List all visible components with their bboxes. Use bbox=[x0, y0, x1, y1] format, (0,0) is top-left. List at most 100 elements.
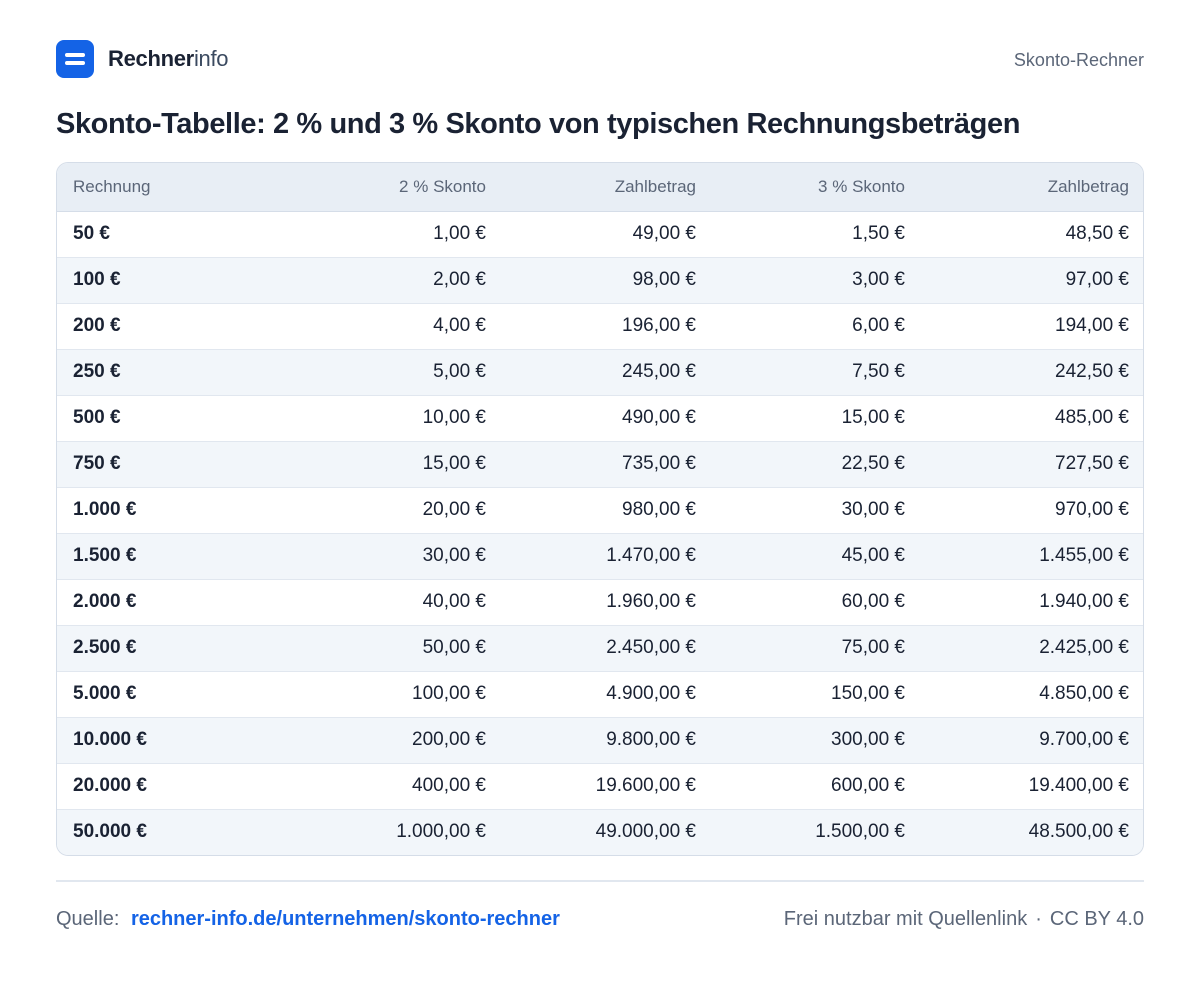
table-row: 10.000 €200,00 €9.800,00 €300,00 €9.700,… bbox=[57, 716, 1143, 763]
rechnung-cell: 100 € bbox=[57, 256, 293, 303]
rechnung-cell: 200 € bbox=[57, 302, 293, 349]
source-link[interactable]: rechner-info.de/unternehmen/skonto-rechn… bbox=[131, 908, 560, 930]
brand-name-strong: Rechner bbox=[108, 46, 194, 71]
table-row: 250 €5,00 €245,00 €7,50 €242,50 € bbox=[57, 348, 1143, 395]
zahlbetrag-3-cell: 242,50 € bbox=[921, 348, 1143, 395]
table-body: 50 € 1,00 € 49,00 € 1,50 € 48,50 € 100 €2,00 … bbox=[57, 211, 1143, 855]
skonto-3-cell: 1,50 € bbox=[852, 223, 905, 244]
zahlbetrag-3-cell: 2.425,00 € bbox=[921, 624, 1143, 671]
zahlbetrag-2-cell: 735,00 € bbox=[502, 440, 712, 487]
zahlbetrag-2-cell: 98,00 € bbox=[502, 256, 712, 303]
skonto-table-container: Rechnung 2 % Skonto Zahlbetrag 3 % Skont… bbox=[56, 162, 1144, 856]
table-row: 2.500 €50,00 €2.450,00 €75,00 €2.425,00 … bbox=[57, 624, 1143, 671]
logo-bar-top bbox=[65, 53, 85, 57]
page-title: Skonto-Tabelle: 2 % und 3 % Skonto von t… bbox=[56, 108, 1021, 140]
license-text: Frei nutzbar mit Quellenlink bbox=[783, 908, 1028, 930]
zahlbetrag-2-cell: 49,00 € bbox=[632, 223, 696, 244]
footer-separator: · bbox=[1035, 908, 1042, 930]
skonto-2-cell: 1,00 € bbox=[433, 223, 486, 244]
zahlbetrag-2-cell: 19.600,00 € bbox=[502, 762, 712, 809]
zahlbetrag-2-cell: 9.800,00 € bbox=[502, 716, 712, 763]
skonto-3-cell: 15,00 € bbox=[712, 394, 921, 441]
skonto-2-cell: 40,00 € bbox=[293, 578, 502, 625]
logo-icon[interactable] bbox=[56, 40, 94, 78]
table-row: 50.000 €1.000,00 €49.000,00 €1.500,00 €4… bbox=[57, 808, 1143, 855]
skonto-3-cell: 30,00 € bbox=[712, 486, 921, 533]
rechnung-cell: 1.500 € bbox=[57, 532, 293, 579]
table-header-row: Rechnung 2 % Skonto Zahlbetrag 3 % Skont… bbox=[57, 163, 1143, 212]
column-header-skonto-2: 2 % Skonto bbox=[293, 163, 502, 212]
rechnung-cell: 5.000 € bbox=[57, 670, 293, 717]
skonto-3-cell: 3,00 € bbox=[712, 256, 921, 303]
skonto-2-cell: 15,00 € bbox=[293, 440, 502, 487]
column-header-rechnung: Rechnung bbox=[57, 163, 293, 212]
source-label: Quelle: bbox=[56, 908, 120, 930]
zahlbetrag-3-cell: 9.700,00 € bbox=[921, 716, 1143, 763]
zahlbetrag-2-cell: 49.000,00 € bbox=[502, 808, 712, 855]
table-row: 20.000 €400,00 €19.600,00 €600,00 €19.40… bbox=[57, 762, 1143, 809]
table-row: 750 €15,00 €735,00 €22,50 €727,50 € bbox=[57, 440, 1143, 487]
skonto-table: Rechnung 2 % Skonto Zahlbetrag 3 % Skont… bbox=[57, 163, 1143, 855]
skonto-2-cell: 1.000,00 € bbox=[293, 808, 502, 855]
table-row: 2.000 €40,00 €1.960,00 €60,00 €1.940,00 … bbox=[57, 578, 1143, 625]
skonto-3-cell: 60,00 € bbox=[712, 578, 921, 625]
skonto-3-cell: 45,00 € bbox=[712, 532, 921, 579]
zahlbetrag-3-cell: 1.940,00 € bbox=[921, 578, 1143, 625]
skonto-2-cell: 5,00 € bbox=[293, 348, 502, 395]
skonto-3-cell: 22,50 € bbox=[712, 440, 921, 487]
zahlbetrag-2-cell: 245,00 € bbox=[502, 348, 712, 395]
zahlbetrag-2-cell: 4.900,00 € bbox=[502, 670, 712, 717]
skonto-3-cell: 150,00 € bbox=[712, 670, 921, 717]
table-row: 500 €10,00 €490,00 €15,00 €485,00 € bbox=[57, 394, 1143, 441]
zahlbetrag-2-cell: 490,00 € bbox=[502, 394, 712, 441]
skonto-3-cell: 75,00 € bbox=[712, 624, 921, 671]
skonto-3-cell: 1.500,00 € bbox=[712, 808, 921, 855]
table-row: 1.000 €20,00 €980,00 €30,00 €970,00 € bbox=[57, 486, 1143, 533]
rechnung-cell: 50.000 € bbox=[57, 808, 293, 855]
table-row: 100 €2,00 €98,00 €3,00 €97,00 € bbox=[57, 256, 1143, 303]
page-footer: Quelle: rechner-info.de/unternehmen/skon… bbox=[56, 906, 1144, 932]
rechnung-cell: 10.000 € bbox=[57, 716, 293, 763]
rechnung-cell: 500 € bbox=[57, 394, 293, 441]
footer-divider bbox=[56, 880, 1144, 882]
zahlbetrag-3-cell: 194,00 € bbox=[921, 302, 1143, 349]
skonto-3-cell: 300,00 € bbox=[712, 716, 921, 763]
zahlbetrag-3-cell: 4.850,00 € bbox=[921, 670, 1143, 717]
rechnung-cell: 50 € bbox=[73, 223, 110, 244]
skonto-2-cell: 4,00 € bbox=[293, 302, 502, 349]
rechnung-cell: 2.000 € bbox=[57, 578, 293, 625]
license-name: CC BY 4.0 bbox=[1049, 908, 1144, 930]
column-header-zahlbetrag-2: Zahlbetrag bbox=[502, 163, 712, 212]
column-header-zahlbetrag-3: Zahlbetrag bbox=[921, 163, 1143, 212]
zahlbetrag-3-cell: 727,50 € bbox=[921, 440, 1143, 487]
table-row: 50 € 1,00 € 49,00 € 1,50 € 48,50 € bbox=[57, 211, 1143, 257]
rechnung-cell: 20.000 € bbox=[57, 762, 293, 809]
zahlbetrag-3-cell: 970,00 € bbox=[921, 486, 1143, 533]
skonto-2-cell: 50,00 € bbox=[293, 624, 502, 671]
zahlbetrag-3-cell: 48.500,00 € bbox=[921, 808, 1143, 855]
table-row: 200 €4,00 €196,00 €6,00 €194,00 € bbox=[57, 302, 1143, 349]
rechnung-cell: 250 € bbox=[57, 348, 293, 395]
zahlbetrag-3-cell: 19.400,00 € bbox=[921, 762, 1143, 809]
zahlbetrag-3-cell: 1.455,00 € bbox=[921, 532, 1143, 579]
zahlbetrag-3-cell: 97,00 € bbox=[921, 256, 1143, 303]
brand-name[interactable]: Rechnerinfo bbox=[108, 46, 229, 71]
zahlbetrag-3-cell: 48,50 € bbox=[1065, 223, 1129, 244]
skonto-3-cell: 6,00 € bbox=[712, 302, 921, 349]
logo-bar-bottom bbox=[65, 61, 85, 65]
table-row: 5.000 €100,00 €4.900,00 €150,00 €4.850,0… bbox=[57, 670, 1143, 717]
skonto-3-cell: 7,50 € bbox=[712, 348, 921, 395]
rechnung-cell: 2.500 € bbox=[57, 624, 293, 671]
page-header: Rechnerinfo Skonto-Rechner bbox=[56, 40, 1144, 78]
zahlbetrag-3-cell: 485,00 € bbox=[921, 394, 1143, 441]
skonto-2-cell: 200,00 € bbox=[293, 716, 502, 763]
zahlbetrag-2-cell: 1.960,00 € bbox=[502, 578, 712, 625]
zahlbetrag-2-cell: 196,00 € bbox=[502, 302, 712, 349]
rechnung-cell: 1.000 € bbox=[57, 486, 293, 533]
brand-name-light: info bbox=[193, 46, 229, 71]
column-header-skonto-3: 3 % Skonto bbox=[712, 163, 921, 212]
skonto-3-cell: 600,00 € bbox=[712, 762, 921, 809]
zahlbetrag-2-cell: 2.450,00 € bbox=[502, 624, 712, 671]
skonto-2-cell: 100,00 € bbox=[293, 670, 502, 717]
skonto-2-cell: 400,00 € bbox=[293, 762, 502, 809]
